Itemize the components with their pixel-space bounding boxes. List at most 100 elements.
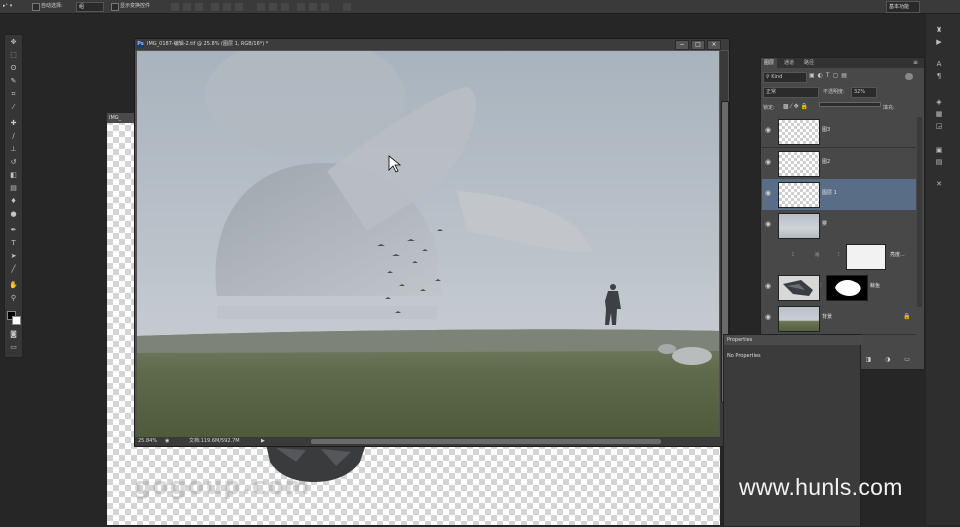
whale-mask-thumbnail[interactable] xyxy=(826,275,868,301)
healing-tool-icon[interactable]: ✚ xyxy=(8,119,19,128)
distribute-bottom-button[interactable] xyxy=(280,2,290,12)
layer-thumbnail xyxy=(778,151,820,177)
distribute-middle-button[interactable] xyxy=(268,2,278,12)
layers-panel-icon[interactable]: ◈ xyxy=(934,98,944,107)
distribute-left-button[interactable] xyxy=(296,2,306,12)
type-tool-icon[interactable]: T xyxy=(8,239,19,248)
visibility-eye-icon[interactable]: ◉ xyxy=(765,158,771,166)
show-transform-checkbox[interactable] xyxy=(111,3,119,11)
layer-row[interactable]: ◉ 雾 xyxy=(762,210,916,242)
align-middle-button[interactable] xyxy=(182,2,192,12)
auto-select-dropdown[interactable]: 组 xyxy=(76,2,104,12)
distribute-center-button[interactable] xyxy=(308,2,318,12)
path-select-tool-icon[interactable]: ➤ xyxy=(8,252,19,261)
status-menu-arrow-icon[interactable]: ▶ xyxy=(261,437,265,446)
layer-row[interactable]: ◉ 背景 🔒 xyxy=(762,303,916,335)
layers-scrollbar[interactable] xyxy=(917,117,922,307)
distribute-top-button[interactable] xyxy=(256,2,266,12)
dodge-tool-icon[interactable]: ● xyxy=(8,210,19,219)
visibility-eye-icon[interactable]: ◉ xyxy=(765,282,771,290)
fog-whale-scene xyxy=(137,51,719,437)
quick-select-tool-icon[interactable]: ✎ xyxy=(8,77,19,86)
properties-title[interactable]: Properties xyxy=(724,335,863,345)
move-tool-preset-icon[interactable]: ▸⁺ ▾ xyxy=(3,2,12,11)
opacity-field[interactable]: 32% xyxy=(851,87,877,98)
eraser-tool-icon[interactable]: ◧ xyxy=(8,171,19,180)
layer-row[interactable]: ◉ 图2 xyxy=(762,148,916,180)
distribute-right-button[interactable] xyxy=(320,2,330,12)
workspace-switcher[interactable]: 基本功能 xyxy=(886,1,920,13)
status-info-icon[interactable]: ◉ xyxy=(165,437,169,446)
auto-align-button[interactable] xyxy=(342,2,352,12)
history-brush-tool-icon[interactable]: ↺ xyxy=(8,158,19,167)
move-tool-icon[interactable]: ✥ xyxy=(8,38,19,47)
lock-label: 锁定: xyxy=(763,105,775,111)
layer-mask-thumbnail[interactable] xyxy=(846,244,886,270)
styles-panel-icon[interactable]: ▤ xyxy=(934,158,944,167)
history-panel-icon[interactable]: ♜ xyxy=(934,26,944,35)
layer-row[interactable]: ◉ 图3 xyxy=(762,116,916,148)
tab-paths[interactable]: 路径 xyxy=(801,58,817,68)
opacity-slider[interactable] xyxy=(819,102,881,107)
background-document-tab[interactable]: IMG_ xyxy=(107,113,137,123)
quick-mask-icon[interactable]: ◙ xyxy=(8,330,19,339)
visibility-eye-icon[interactable]: ◉ xyxy=(765,313,771,321)
layer-thumbnail xyxy=(778,182,820,208)
layer-row[interactable]: ⁝ ☼ ⫶ 亮度... xyxy=(762,241,916,273)
minimize-button[interactable]: − xyxy=(675,40,689,50)
layers-panel: 图层 通道 路径 ≡ ⚲ Kind ▣◐T▢▤ 正常 不透明度: 32% 锁定:… xyxy=(760,57,925,370)
visibility-eye-icon[interactable]: ◉ xyxy=(765,220,771,228)
gogoup-watermark: gogoup.com xyxy=(134,472,311,500)
maximize-button[interactable]: □ xyxy=(691,40,705,50)
align-right-button[interactable] xyxy=(234,2,244,12)
lasso-tool-icon[interactable]: ʘ xyxy=(8,64,19,73)
whale-layer-thumbnail xyxy=(778,275,820,301)
align-center-button[interactable] xyxy=(222,2,232,12)
gradient-tool-icon[interactable]: ▤ xyxy=(8,184,19,193)
layer-filter-dropdown[interactable]: ⚲ Kind xyxy=(763,72,807,83)
zoom-tool-icon[interactable]: ⚲ xyxy=(8,294,19,303)
clone-stamp-tool-icon[interactable]: ⊥ xyxy=(8,145,19,154)
layer-filter-icons[interactable]: ▣◐T▢▤ xyxy=(809,72,850,79)
layer-row-selected[interactable]: ◉ 图层 1 xyxy=(762,179,916,211)
tab-channels[interactable]: 通道 xyxy=(781,58,797,68)
auto-select-checkbox[interactable] xyxy=(32,3,40,11)
brush-tool-icon[interactable]: ∕ xyxy=(8,132,19,141)
close-button[interactable]: × xyxy=(707,40,721,50)
layers-panel-tabs: 图层 通道 路径 ≡ xyxy=(761,58,924,68)
eyedropper-tool-icon[interactable]: ⁄ xyxy=(8,103,19,112)
paragraph-panel-icon[interactable]: ¶ xyxy=(934,72,944,81)
background-color-swatch[interactable] xyxy=(12,316,21,325)
blend-mode-dropdown[interactable]: 正常 xyxy=(763,87,819,98)
filter-toggle-switch[interactable] xyxy=(905,73,913,80)
fill-label: 填充: xyxy=(883,105,895,111)
align-bottom-button[interactable] xyxy=(194,2,204,12)
hand-tool-icon[interactable]: ✋ xyxy=(8,281,19,290)
panel-menu-icon[interactable]: ≡ xyxy=(913,58,918,68)
document-title-bar[interactable]: Ps IMG_0187-编辑-2.tif @ 25.8% (图层 1, RGB/… xyxy=(135,39,729,50)
layer-name: 雾 xyxy=(822,221,828,227)
visibility-eye-icon[interactable]: ◉ xyxy=(765,189,771,197)
screen-mode-icon[interactable]: ▭ xyxy=(8,343,19,352)
visibility-eye-icon[interactable]: ◉ xyxy=(765,126,771,134)
crop-tool-icon[interactable]: ⌗ xyxy=(8,90,19,99)
lock-icons[interactable]: ▩⁄✥🔒 xyxy=(783,103,810,110)
chain-link-icon: ⫶ xyxy=(838,251,840,258)
align-left-button[interactable] xyxy=(210,2,220,12)
tab-layers[interactable]: 图层 xyxy=(761,58,778,68)
layer-row[interactable]: ◉ ⫶ 鲸鱼 xyxy=(762,272,916,304)
paths-panel-icon[interactable]: ◲ xyxy=(934,122,944,131)
image-canvas[interactable] xyxy=(137,51,719,437)
zoom-level[interactable]: 25.84% xyxy=(138,437,157,446)
marquee-tool-icon[interactable]: ⬚ xyxy=(8,51,19,60)
tool-presets-icon[interactable]: ✕ xyxy=(934,180,944,189)
align-top-button[interactable] xyxy=(170,2,180,12)
channels-panel-icon[interactable]: ▦ xyxy=(934,110,944,119)
line-tool-icon[interactable]: ╱ xyxy=(8,265,19,274)
horizontal-scrollbar[interactable] xyxy=(311,439,661,444)
blur-tool-icon[interactable]: ♦ xyxy=(8,197,19,206)
character-panel-icon[interactable]: A xyxy=(934,60,944,69)
pen-tool-icon[interactable]: ✒ xyxy=(8,226,19,235)
actions-panel-icon[interactable]: ▶ xyxy=(934,38,944,47)
adjustments-panel-icon[interactable]: ▣ xyxy=(934,146,944,155)
